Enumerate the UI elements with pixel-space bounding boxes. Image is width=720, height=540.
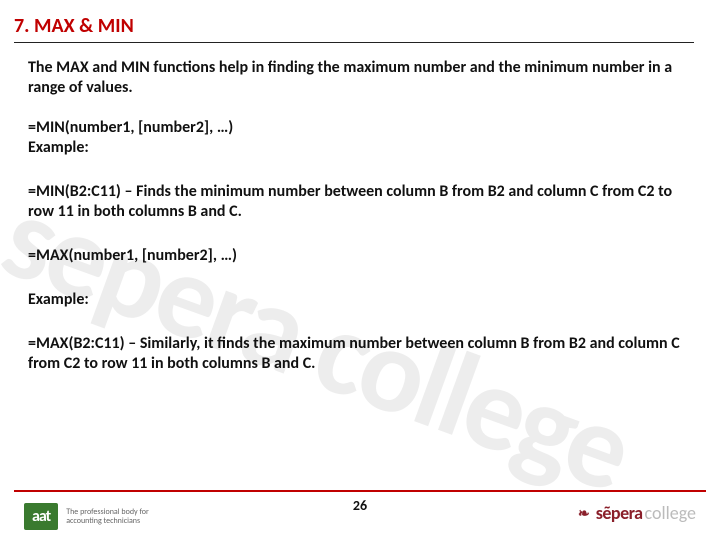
sepera-brand: sẽpera: [596, 502, 643, 524]
min-example: =MIN(B2:C11) – Finds the minimum number …: [28, 182, 688, 222]
min-syntax: =MIN(number1, [number2], …): [28, 118, 688, 138]
sepera-college-word: college: [645, 502, 696, 524]
aat-logo-mark: aat: [24, 503, 58, 530]
sepera-icon: ❧: [578, 505, 590, 522]
max-example: =MAX(B2:C11) – Similarly, it finds the m…: [28, 334, 688, 374]
content-body: The MAX and MIN functions help in findin…: [28, 58, 688, 374]
slide: sepera college 7. MAX & MIN The MAX and …: [0, 0, 720, 540]
example-label-2: Example:: [28, 290, 688, 310]
sepera-logo: ❧ sẽperacollege: [578, 502, 696, 524]
aat-tagline-line2: accounting technicians: [66, 517, 149, 526]
footer-rule: [14, 490, 706, 492]
example-label-1: Example:: [28, 138, 688, 158]
aat-logo: aat The professional body for accounting…: [24, 503, 149, 530]
intro-text: The MAX and MIN functions help in findin…: [28, 58, 688, 98]
max-syntax: =MAX(number1, [number2], …): [28, 246, 688, 266]
aat-tagline: The professional body for accounting tec…: [66, 508, 149, 526]
page-title: 7. MAX & MIN: [14, 14, 694, 43]
